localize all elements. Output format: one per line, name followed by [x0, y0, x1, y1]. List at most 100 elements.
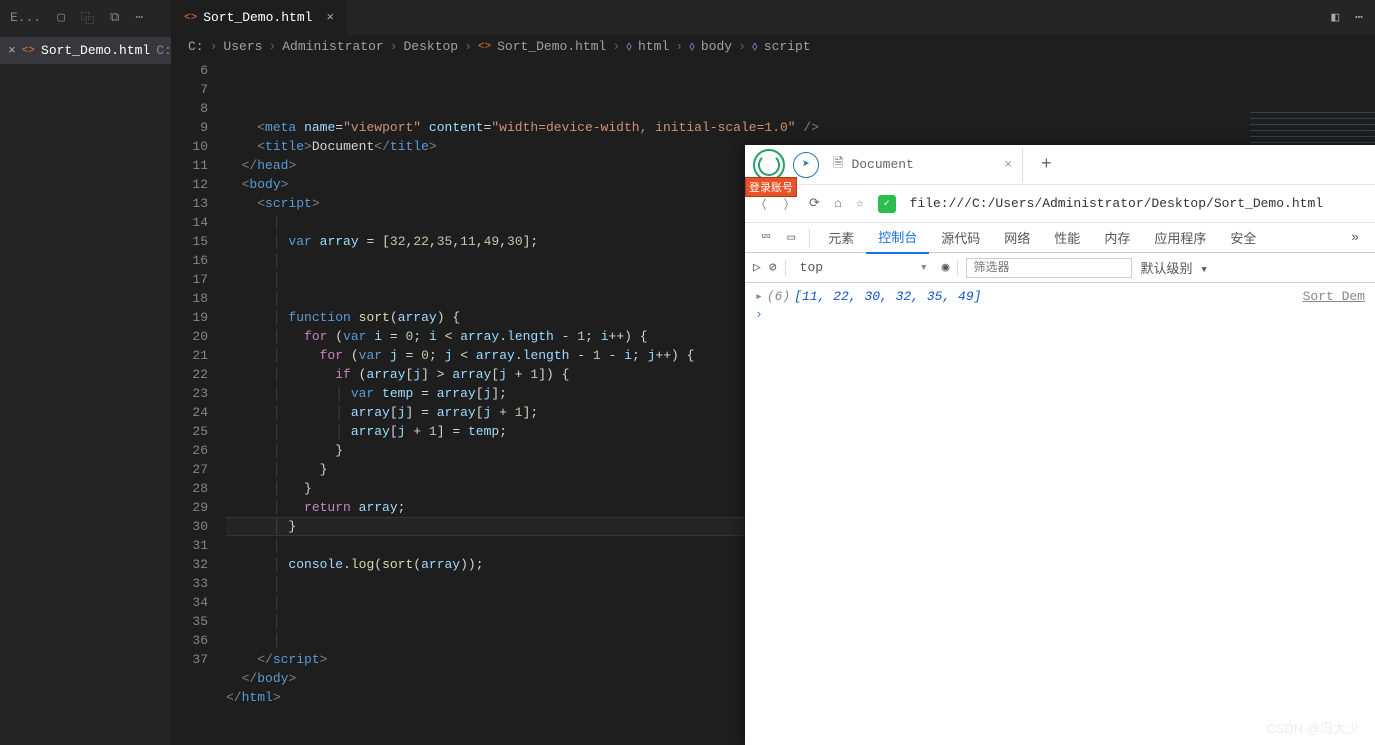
editor-tab-active[interactable]: <> Sort_Demo.html × — [172, 0, 347, 35]
security-shield-icon[interactable]: ✓ — [878, 195, 896, 213]
editor-tabs: <> Sort_Demo.html × ◧ ⋯ — [172, 0, 1375, 35]
source-link[interactable]: Sort_Dem — [1303, 289, 1365, 304]
line-number: 24 — [172, 403, 208, 422]
context-selector[interactable]: top▾ — [794, 260, 934, 275]
html-file-icon: <> — [478, 41, 491, 53]
page-icon: 🗎 — [833, 154, 843, 176]
line-number: 16 — [172, 251, 208, 270]
log-level-selector[interactable]: 默认级别 ▾ — [1140, 258, 1208, 277]
devtools-tab[interactable]: 应用程序 — [1142, 222, 1218, 253]
breadcrumb-segment[interactable]: Sort_Demo.html — [497, 39, 606, 54]
devtools-tab[interactable]: 源代码 — [929, 222, 992, 253]
inspect-icon[interactable]: ⮹ — [753, 230, 779, 245]
line-number: 6 — [172, 61, 208, 80]
new-file-icon[interactable]: ▢ — [57, 10, 65, 25]
favorite-icon[interactable]: ☆ — [856, 196, 864, 211]
devtools-tab[interactable]: 元素 — [816, 222, 866, 253]
browser-tab[interactable]: 🗎 Document × — [823, 148, 1023, 182]
line-number: 25 — [172, 422, 208, 441]
more-actions-icon[interactable]: ⋯ — [1355, 10, 1363, 25]
devtools-tabs: ⮹ ▭ 元素控制台源代码网络性能内存应用程序安全 » — [745, 223, 1375, 253]
browser-tab-title: Document — [851, 157, 913, 172]
line-number: 15 — [172, 232, 208, 251]
line-number: 29 — [172, 498, 208, 517]
reload-icon[interactable]: ⟳ — [809, 196, 820, 211]
line-number: 27 — [172, 460, 208, 479]
device-icon[interactable]: ▭ — [779, 230, 803, 245]
line-number: 36 — [172, 631, 208, 650]
browser-toolbar: 〈 〉 ⟳ ⌂ ☆ ✓ file:///C:/Users/Administrat… — [745, 185, 1375, 223]
line-number: 30 — [172, 517, 208, 536]
symbol-icon: ⬨ — [752, 39, 758, 54]
line-number: 14 — [172, 213, 208, 232]
line-number: 26 — [172, 441, 208, 460]
navigate-icon[interactable]: ➤ — [793, 152, 819, 178]
array-values: [11, 22, 30, 32, 35, 49] — [794, 289, 981, 304]
open-editor-filename: Sort_Demo.html — [41, 43, 150, 58]
browser-titlebar: 登录账号 ➤ 🗎 Document × + — [745, 145, 1375, 185]
split-editor-icon[interactable]: ◧ — [1331, 10, 1339, 25]
line-number: 34 — [172, 593, 208, 612]
line-number: 23 — [172, 384, 208, 403]
symbol-icon: ⬨ — [689, 39, 695, 54]
clear-console-icon[interactable]: ⊘ — [769, 260, 777, 275]
line-number: 32 — [172, 555, 208, 574]
devtools-tab[interactable]: 内存 — [1092, 222, 1142, 253]
html-file-icon: <> — [22, 45, 35, 57]
line-number: 8 — [172, 99, 208, 118]
html-file-icon: <> — [184, 12, 197, 24]
breadcrumb-segment[interactable]: Administrator — [282, 39, 383, 54]
line-number: 7 — [172, 80, 208, 99]
breadcrumb-segment[interactable]: script — [764, 39, 811, 54]
devtools-tab[interactable]: 控制台 — [866, 221, 929, 254]
browser-logo-icon — [753, 149, 785, 181]
explorer-label[interactable]: E... — [10, 10, 41, 25]
more-icon[interactable]: ⋯ — [135, 10, 143, 25]
devtools-tab[interactable]: 性能 — [1042, 222, 1092, 253]
breadcrumb[interactable]: C:›Users›Administrator›Desktop›<>Sort_De… — [172, 35, 1375, 58]
breadcrumb-segment[interactable]: html — [638, 39, 669, 54]
close-icon[interactable]: × — [326, 10, 334, 25]
breadcrumb-segment[interactable]: C: — [188, 39, 204, 54]
line-number: 17 — [172, 270, 208, 289]
new-tab-button[interactable]: + — [1027, 155, 1066, 175]
breadcrumb-segment[interactable]: Users — [223, 39, 262, 54]
tab-filename: Sort_Demo.html — [203, 10, 312, 25]
close-icon[interactable]: × — [8, 43, 16, 58]
new-folder-icon[interactable]: ⿻ — [81, 8, 94, 27]
line-number: 22 — [172, 365, 208, 384]
devtools-tab[interactable]: 网络 — [992, 222, 1042, 253]
back-icon[interactable]: 〈 — [757, 194, 766, 213]
line-number: 35 — [172, 612, 208, 631]
line-number: 11 — [172, 156, 208, 175]
line-number: 9 — [172, 118, 208, 137]
breadcrumb-segment[interactable]: Desktop — [403, 39, 458, 54]
home-icon[interactable]: ⌂ — [834, 196, 842, 211]
forward-icon[interactable]: 〉 — [784, 194, 793, 213]
live-expression-icon[interactable]: ◉ — [942, 260, 950, 275]
close-icon[interactable]: × — [1004, 157, 1012, 172]
address-bar[interactable]: file:///C:/Users/Administrator/Desktop/S… — [910, 196, 1365, 211]
open-editor-tab[interactable]: × <> Sort_Demo.html C:... — [0, 37, 171, 64]
more-tabs-icon[interactable]: » — [1343, 230, 1367, 245]
line-number: 37 — [172, 650, 208, 669]
symbol-icon: ⬨ — [626, 39, 632, 54]
line-number: 13 — [172, 194, 208, 213]
line-number: 21 — [172, 346, 208, 365]
collapse-icon[interactable]: ⧉ — [110, 10, 119, 25]
code-line[interactable]: <meta name="viewport" content="width=dev… — [226, 118, 1375, 137]
side-panel: E... ▢ ⿻ ⧉ ⋯ × <> Sort_Demo.html C:... — [0, 0, 172, 745]
console-array-line[interactable]: ▸ (6) [11, 22, 30, 32, 35, 49] Sort_Dem — [755, 289, 1365, 304]
play-icon[interactable]: ▷ — [753, 260, 761, 275]
console-output[interactable]: ▸ (6) [11, 22, 30, 32, 35, 49] Sort_Dem … — [745, 283, 1375, 745]
devtools-tab[interactable]: 安全 — [1218, 222, 1268, 253]
line-number: 10 — [172, 137, 208, 156]
expand-icon[interactable]: ▸ — [755, 289, 763, 304]
console-prompt-icon[interactable]: › — [755, 307, 1365, 322]
line-number: 18 — [172, 289, 208, 308]
breadcrumb-segment[interactable]: body — [701, 39, 732, 54]
filter-input[interactable] — [966, 258, 1132, 278]
line-number: 19 — [172, 308, 208, 327]
line-number: 12 — [172, 175, 208, 194]
line-gutter: 6789101112131415161718192021222324252627… — [172, 58, 226, 745]
